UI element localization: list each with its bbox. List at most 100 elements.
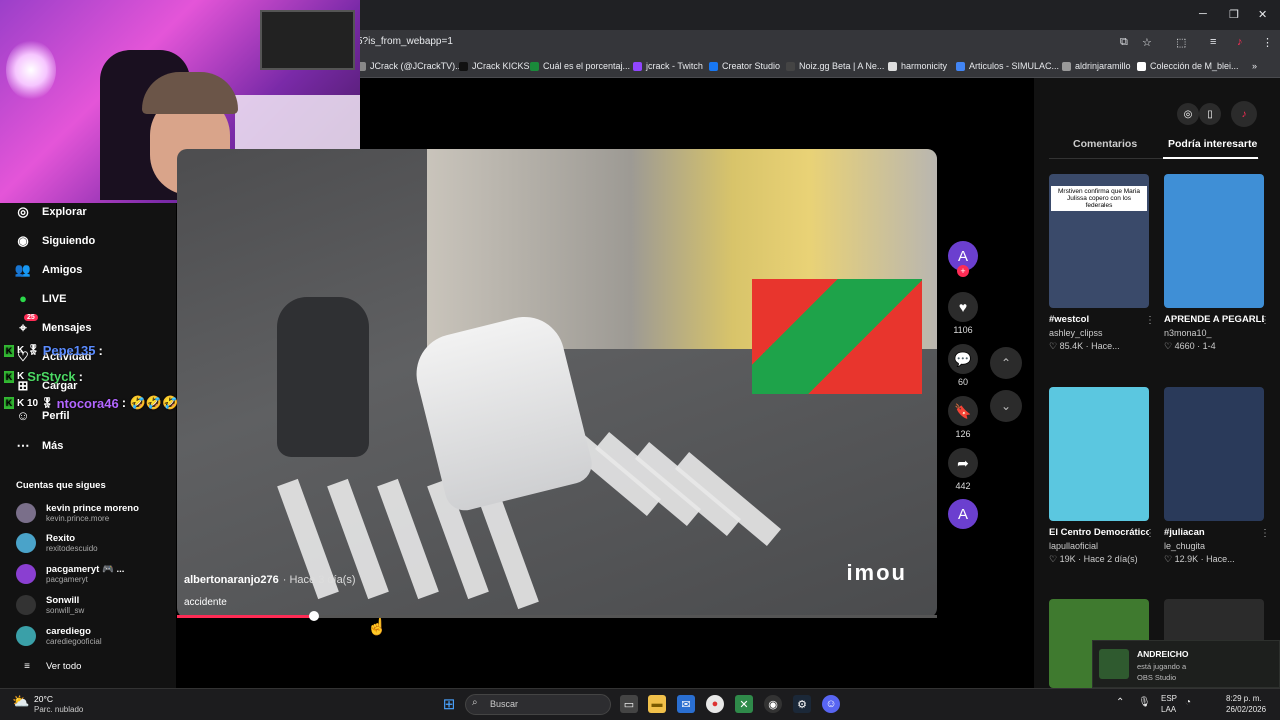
card-author[interactable]: ashley_clipss [1049, 328, 1149, 338]
prev-video-button[interactable]: ⌃ [990, 347, 1022, 379]
follow-plus-icon[interactable]: + [957, 265, 969, 277]
tiktok-ext-icon[interactable]: ♪ [1237, 36, 1243, 48]
file-explorer-icon[interactable]: ▬ [648, 695, 666, 713]
save-button[interactable]: 🔖 126 [948, 396, 978, 439]
outlook-icon[interactable]: ✉ [677, 695, 695, 713]
card-title[interactable]: #juliacan [1164, 527, 1264, 538]
bookmark-star-icon[interactable]: ☆ [1142, 36, 1152, 49]
card-menu-icon[interactable]: ⋮ [1145, 528, 1155, 539]
video-thumbnail[interactable] [1049, 387, 1149, 521]
phone-icon[interactable]: ▯ [1199, 103, 1221, 125]
sidebar-item-ms[interactable]: ⋯ Más [14, 438, 64, 454]
card-author[interactable]: n3mona10_ [1164, 328, 1264, 338]
video-thumbnail[interactable]: Mrstiven confirma que Maria Julissa cope… [1049, 174, 1149, 308]
sidebar-item-live[interactable]: ● LIVE [14, 291, 66, 306]
following-account[interactable]: kevin prince moreno kevin.prince.more [16, 503, 139, 523]
sidebar-item-siguiendo[interactable]: ◉ Siguiendo [14, 233, 95, 249]
bookmark-item[interactable]: Cuál es el porcentaj... [530, 61, 630, 71]
task-view-icon[interactable]: ▭ [620, 695, 638, 713]
bookmark-item[interactable]: Noiz.gg Beta | A Ne... [786, 61, 884, 71]
game-notification[interactable]: ANDREICHO está jugando a OBS Studio [1092, 640, 1280, 688]
suggested-video-card[interactable]: El Centro Democrático... lapullaoficial ♡ … [1049, 387, 1155, 565]
like-button[interactable]: ♥ 1106 [948, 292, 978, 335]
following-account[interactable]: Sonwill sonwill_sw [16, 595, 84, 615]
minimize-icon[interactable]: ─ [1199, 8, 1207, 20]
following-account[interactable]: carediego carediegooficial [16, 626, 102, 646]
steam-icon[interactable]: ⚙ [793, 695, 811, 713]
language-1[interactable]: ESP [1161, 694, 1177, 703]
bookmark-item[interactable]: harmonicity [888, 61, 947, 71]
bookmark-icon[interactable]: 🔖 [948, 396, 978, 426]
card-author[interactable]: le_chugita [1164, 541, 1264, 551]
heart-icon[interactable]: ♥ [948, 292, 978, 322]
restore-icon[interactable]: ❐ [1229, 8, 1239, 21]
menu-icon[interactable]: ⋮ [1262, 36, 1273, 49]
weather-temp[interactable]: 20°C [34, 694, 53, 704]
comment-icon[interactable]: 💬 [948, 344, 978, 374]
video-player[interactable]: imou albertonaranjo276 · Hace 3 día(s) ac… [177, 149, 937, 618]
suggested-video-card[interactable]: Mrstiven confirma que Maria Julissa cope… [1049, 174, 1155, 352]
avatar[interactable] [16, 595, 36, 615]
profile-small-icon[interactable]: ♪ [1231, 101, 1257, 127]
see-all-link[interactable]: ≡ Ver todo [18, 661, 81, 672]
search-placeholder[interactable]: Buscar [490, 699, 518, 709]
obs-icon[interactable]: ◉ [764, 695, 782, 713]
author-avatar-button[interactable]: A + [948, 241, 978, 277]
bookmark-item[interactable]: Creator Studio [709, 61, 780, 71]
bookmark-item[interactable]: aldrinjaramillo [1062, 61, 1131, 71]
taskbar-search[interactable] [465, 694, 611, 715]
card-title[interactable]: El Centro Democrático... [1049, 527, 1149, 538]
card-author[interactable]: lapullaoficial [1049, 541, 1149, 551]
card-menu-icon[interactable]: ⋮ [1145, 315, 1155, 326]
following-account[interactable]: Rexito rexitodescuido [16, 533, 98, 553]
music-avatar[interactable]: A [948, 499, 978, 529]
card-title[interactable]: #westcol [1049, 314, 1149, 325]
weather-icon[interactable]: ⛅ [12, 693, 29, 710]
clock-date[interactable]: 26/02/2026 [1226, 705, 1266, 714]
following-account[interactable]: pacgameryt 🎮 ... pacgameryt [16, 564, 124, 584]
tray-expand-icon[interactable]: ⌃ [1116, 697, 1124, 708]
weather-desc[interactable]: Parc. nublado [34, 705, 83, 714]
discord-icon[interactable]: ☺ [822, 695, 840, 713]
avatar[interactable] [16, 564, 36, 584]
close-icon[interactable]: ✕ [1258, 8, 1267, 21]
bookmark-item[interactable]: jcrack - Twitch [633, 61, 703, 71]
card-title[interactable]: APRENDE A PEGARLE BIEN A... [1164, 314, 1264, 325]
sidebar-item-mensajes[interactable]: ⌖ Mensajes 25 [14, 314, 92, 336]
video-author[interactable]: albertonaranjo276 · Hace 3 día(s) [184, 574, 356, 586]
tab-suggested[interactable]: Podría interesarte [1168, 138, 1257, 150]
video-thumbnail[interactable] [1164, 387, 1264, 521]
video-thumbnail[interactable] [1164, 174, 1264, 308]
next-video-button[interactable]: ⌄ [990, 390, 1022, 422]
sidebar-item-explorar[interactable]: ◎ Explorar [14, 204, 86, 220]
comment-button[interactable]: 💬 60 [948, 344, 978, 387]
sidebar-item-amigos[interactable]: 👥 Amigos [14, 262, 82, 278]
language-2[interactable]: LAA [1161, 705, 1176, 714]
avatar[interactable] [16, 533, 36, 553]
bookmark-item[interactable]: Articulos - SIMULAC... [956, 61, 1059, 71]
bookmark-item[interactable]: JCrack (@JCrackTV)... [357, 61, 463, 71]
install-app-icon[interactable]: ⧉ [1120, 36, 1128, 49]
avatar[interactable] [16, 626, 36, 646]
bookmark-item[interactable]: Colección de M_blei... [1137, 61, 1239, 71]
clock-time[interactable]: 8:29 p. m. [1226, 694, 1262, 703]
share-icon[interactable]: ➦ [948, 448, 978, 478]
tab-comments[interactable]: Comentarios [1073, 138, 1137, 150]
chrome-icon[interactable]: ● [706, 695, 724, 713]
bookmarks-more-button[interactable]: » [1252, 61, 1257, 71]
video-author-name[interactable]: albertonaranjo276 [184, 574, 279, 586]
share-button[interactable]: ➦ 442 [948, 448, 978, 491]
url-text[interactable]: 5?is_from_webapp=1 [357, 36, 453, 47]
card-menu-icon[interactable]: ⋮ [1260, 315, 1270, 326]
windows-start-icon[interactable]: ⊞ [440, 695, 458, 713]
compass-small-icon[interactable]: ◎ [1177, 103, 1199, 125]
bookmark-item[interactable]: JCrack KICKS [459, 61, 530, 71]
suggested-video-card[interactable]: #juliacan le_chugita ♡ 12.9K · Hace... ⋮ [1164, 387, 1270, 565]
extensions-icon[interactable]: ⬚ [1176, 36, 1186, 49]
media-icon[interactable]: ≡ [1210, 36, 1216, 48]
network-icon[interactable]: ◔ [1185, 697, 1191, 708]
microphone-icon[interactable]: 🎙 [1138, 697, 1151, 708]
card-menu-icon[interactable]: ⋮ [1260, 528, 1270, 539]
progress-knob[interactable] [308, 611, 319, 621]
suggested-video-card[interactable]: APRENDE A PEGARLE BIEN A... n3mona10_ ♡ 46… [1164, 174, 1270, 352]
